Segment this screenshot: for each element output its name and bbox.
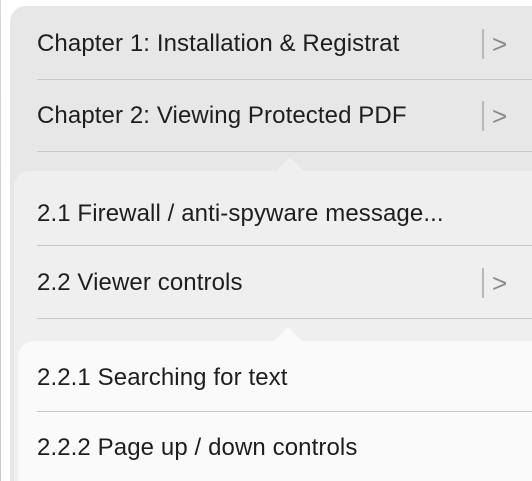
chevron-separator — [482, 101, 484, 131]
menu-item-label: 2.2.2 Page up / down controls — [37, 434, 358, 461]
chevron-right-icon[interactable]: > — [482, 101, 532, 132]
menu-divider — [37, 151, 532, 152]
chevron-separator — [482, 268, 484, 298]
submenu-pointer — [274, 327, 302, 341]
menu-item-2-2-1[interactable]: 2.2.1 Searching for text — [37, 342, 532, 414]
menu-item-2-2[interactable]: 2.2 Viewer controls > — [37, 247, 532, 319]
menu-item-2-2-2[interactable]: 2.2.2 Page up / down controls — [37, 412, 532, 481]
chevron-right-icon[interactable]: > — [482, 268, 532, 299]
menu-item-2-1[interactable]: 2.1 Firewall / anti-spyware message... — [37, 178, 532, 250]
menu-item-label: Chapter 2: Viewing Protected PDF — [37, 102, 407, 129]
menu-item-label: 2.2 Viewer controls — [37, 269, 243, 296]
chevron-separator — [482, 29, 484, 59]
menu-divider — [37, 318, 532, 319]
menu-item-chapter-1[interactable]: Chapter 1: Installation & Registrat > — [37, 8, 532, 80]
submenu-pointer — [276, 157, 304, 171]
menu-item-label: 2.2.1 Searching for text — [37, 364, 288, 391]
menu-item-label: Chapter 1: Installation & Registrat — [37, 30, 400, 57]
menu-divider — [37, 245, 532, 246]
menu-item-label: 2.1 Firewall / anti-spyware message... — [37, 200, 444, 227]
menu-stage: Chapter 1: Installation & Registrat > Ch… — [0, 0, 532, 481]
chevron-right-icon[interactable]: > — [482, 29, 532, 60]
window-edge — [0, 0, 1, 481]
menu-item-chapter-2[interactable]: Chapter 2: Viewing Protected PDF > — [37, 80, 532, 152]
